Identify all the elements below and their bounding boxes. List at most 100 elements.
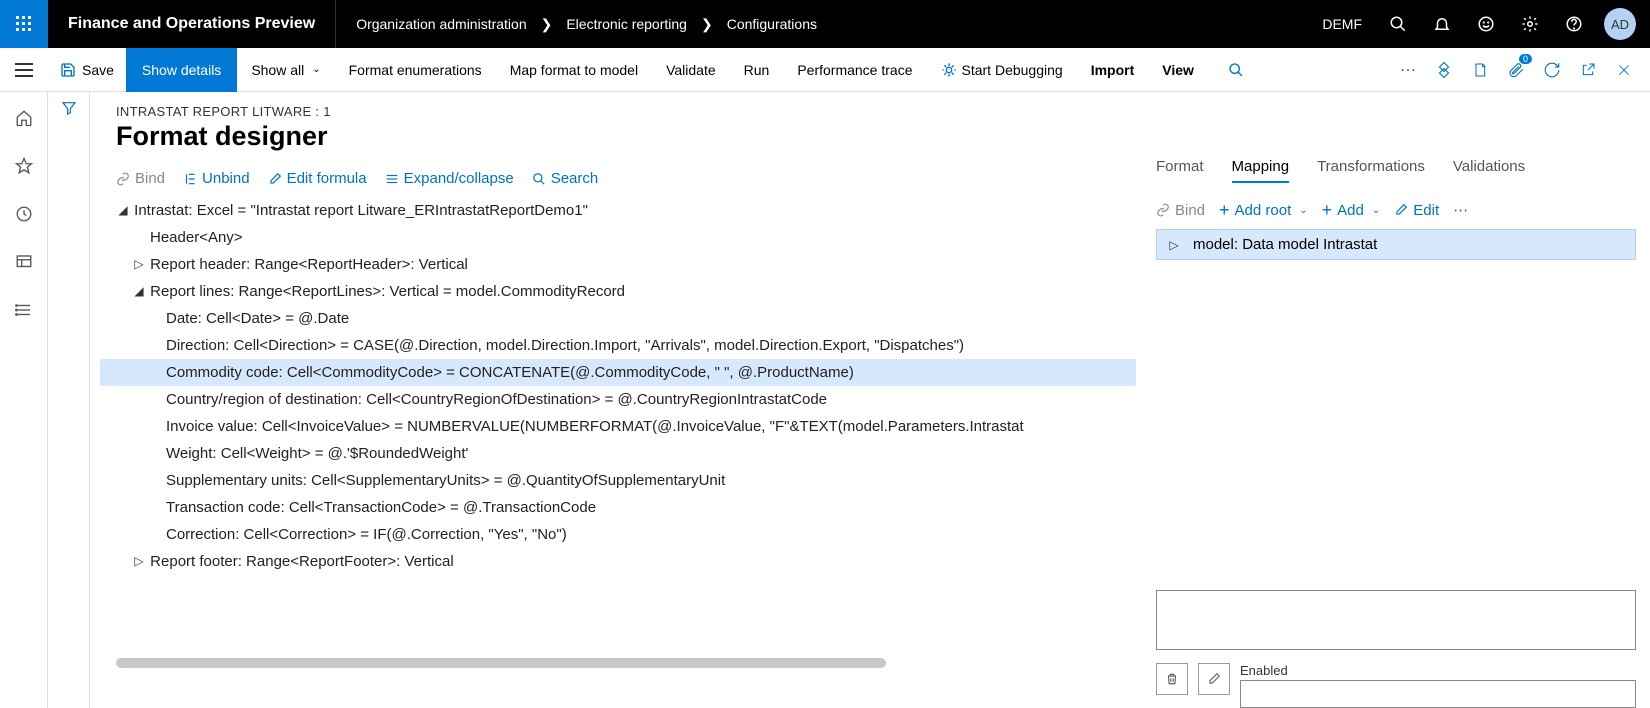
horizontal-scrollbar[interactable] [116, 658, 886, 668]
tree-search-button[interactable]: Search [532, 170, 599, 187]
view-button[interactable]: View [1148, 48, 1208, 92]
attachments-icon[interactable]: 0 [1498, 48, 1534, 92]
formula-textarea[interactable] [1156, 590, 1636, 650]
format-enumerations-button[interactable]: Format enumerations [335, 48, 496, 92]
tree-node[interactable]: Country/region of destination: Cell<Coun… [116, 386, 1136, 413]
run-button[interactable]: Run [730, 48, 784, 92]
command-bar: Save Show details Show all⌄ Format enume… [0, 48, 1650, 92]
tree-node[interactable]: ▷ Report footer: Range<ReportFooter>: Ve… [116, 548, 1136, 575]
tab-mapping[interactable]: Mapping [1232, 158, 1290, 183]
caret-right-icon[interactable]: ▷ [132, 548, 146, 575]
page-title: Format designer [116, 121, 1136, 152]
format-tree-panel: INTRASTAT REPORT LITWARE : 1 Format desi… [90, 92, 1156, 708]
top-bar: Finance and Operations Preview Organizat… [0, 0, 1650, 48]
show-details-button[interactable]: Show details [126, 48, 237, 92]
tab-format[interactable]: Format [1156, 158, 1204, 183]
star-icon[interactable] [4, 148, 44, 184]
scrollbar-thumb[interactable] [116, 658, 886, 668]
import-button[interactable]: Import [1077, 48, 1149, 92]
left-rail [0, 92, 48, 708]
office-icon[interactable] [1462, 48, 1498, 92]
popout-icon[interactable] [1570, 48, 1606, 92]
search-command-icon[interactable] [1218, 48, 1254, 92]
mapping-detail-bottom: Enabled [1156, 590, 1636, 708]
chevron-down-icon: ⌄ [1299, 205, 1307, 216]
add-root-button[interactable]: +Add root⌄ [1219, 202, 1308, 219]
main-area: INTRASTAT REPORT LITWARE : 1 Format desi… [90, 92, 1650, 708]
mapping-panel: Format Mapping Transformations Validatio… [1156, 92, 1650, 708]
tree-node[interactable]: Date: Cell<Date> = @.Date [116, 305, 1136, 332]
save-button[interactable]: Save [48, 48, 126, 92]
search-icon[interactable] [1378, 0, 1418, 48]
chevron-right-icon: ❯ [701, 16, 713, 33]
edit-formula-button[interactable]: Edit formula [268, 170, 367, 187]
mapping-more-icon[interactable]: ⋯ [1453, 201, 1468, 219]
enabled-label: Enabled [1240, 663, 1636, 678]
breadcrumb-item[interactable]: Electronic reporting [566, 16, 687, 32]
caret-down-icon[interactable]: ◢ [116, 197, 130, 224]
chevron-right-icon: ❯ [541, 16, 553, 33]
breadcrumb-item[interactable]: Configurations [727, 16, 817, 32]
performance-trace-button[interactable]: Performance trace [783, 48, 926, 92]
show-all-button[interactable]: Show all⌄ [237, 48, 334, 92]
enabled-input[interactable] [1240, 680, 1636, 708]
recent-icon[interactable] [4, 196, 44, 232]
hamburger-icon[interactable] [0, 48, 48, 92]
breadcrumb: Organization administration ❯ Electronic… [336, 16, 837, 33]
app-launcher-icon[interactable] [0, 0, 48, 48]
tree-node[interactable]: Supplementary units: Cell<SupplementaryU… [116, 467, 1136, 494]
tree-node[interactable]: ◢ Intrastat: Excel = "Intrastat report L… [116, 197, 1136, 224]
avatar[interactable]: AD [1604, 8, 1636, 40]
filter-icon[interactable] [61, 100, 77, 708]
page-sub: INTRASTAT REPORT LITWARE : 1 [116, 104, 1136, 119]
expand-collapse-button[interactable]: Expand/collapse [385, 170, 514, 187]
tree-node[interactable]: Invoice value: Cell<InvoiceValue> = NUMB… [116, 413, 1136, 440]
mapping-toolbar: Bind +Add root⌄ +Add⌄ Edit ⋯ [1156, 201, 1636, 219]
breadcrumb-item[interactable]: Organization administration [356, 16, 526, 32]
workspace-icon[interactable] [4, 244, 44, 280]
mapping-bind-button[interactable]: Bind [1156, 202, 1205, 219]
tree-node[interactable]: ▷ Report header: Range<ReportHeader>: Ve… [116, 251, 1136, 278]
tree-node-selected[interactable]: Commodity code: Cell<CommodityCode> = CO… [100, 359, 1136, 386]
add-button[interactable]: +Add⌄ [1322, 202, 1381, 219]
smiley-icon[interactable] [1466, 0, 1506, 48]
unbind-button[interactable]: Unbind [183, 170, 250, 187]
home-icon[interactable] [4, 100, 44, 136]
save-label: Save [82, 62, 114, 78]
diamond-icon[interactable] [1426, 48, 1462, 92]
tree-node[interactable]: Weight: Cell<Weight> = @.'$RoundedWeight… [116, 440, 1136, 467]
format-tree: ◢ Intrastat: Excel = "Intrastat report L… [116, 197, 1136, 575]
edit-pencil-icon[interactable] [1198, 663, 1230, 695]
help-icon[interactable] [1554, 0, 1594, 48]
tree-node[interactable]: Correction: Cell<Correction> = IF(@.Corr… [116, 521, 1136, 548]
model-label: model: Data model Intrastat [1193, 236, 1377, 253]
gear-icon[interactable] [1510, 0, 1550, 48]
close-icon[interactable] [1606, 48, 1642, 92]
bell-icon[interactable] [1422, 0, 1462, 48]
company-code[interactable]: DEMF [1310, 16, 1374, 32]
validate-button[interactable]: Validate [652, 48, 730, 92]
tree-node[interactable]: Direction: Cell<Direction> = CASE(@.Dire… [116, 332, 1136, 359]
edit-button[interactable]: Edit [1394, 202, 1439, 219]
tab-transformations[interactable]: Transformations [1317, 158, 1425, 183]
modules-icon[interactable] [4, 292, 44, 328]
mapping-tree-root[interactable]: ▷ model: Data model Intrastat [1156, 229, 1636, 260]
caret-right-icon[interactable]: ▷ [1167, 238, 1181, 252]
start-debugging-button[interactable]: Start Debugging [927, 48, 1077, 92]
delete-icon[interactable] [1156, 663, 1188, 695]
more-icon[interactable]: ⋯ [1390, 48, 1426, 92]
tree-node[interactable]: Header<Any> [116, 224, 1136, 251]
caret-down-icon[interactable]: ◢ [132, 278, 146, 305]
tab-validations[interactable]: Validations [1453, 158, 1525, 183]
chevron-down-icon: ⌄ [1372, 205, 1380, 216]
panel-tabs: Format Mapping Transformations Validatio… [1156, 104, 1636, 183]
badge-count: 0 [1519, 54, 1532, 64]
tree-toolbar: Bind Unbind Edit formula Expand/collapse… [116, 170, 1136, 187]
refresh-icon[interactable] [1534, 48, 1570, 92]
tree-node[interactable]: Transaction code: Cell<TransactionCode> … [116, 494, 1136, 521]
tree-node[interactable]: ◢ Report lines: Range<ReportLines>: Vert… [116, 278, 1136, 305]
bind-button[interactable]: Bind [116, 170, 165, 187]
chevron-down-icon: ⌄ [312, 64, 320, 75]
map-format-button[interactable]: Map format to model [496, 48, 652, 92]
caret-right-icon[interactable]: ▷ [132, 251, 146, 278]
